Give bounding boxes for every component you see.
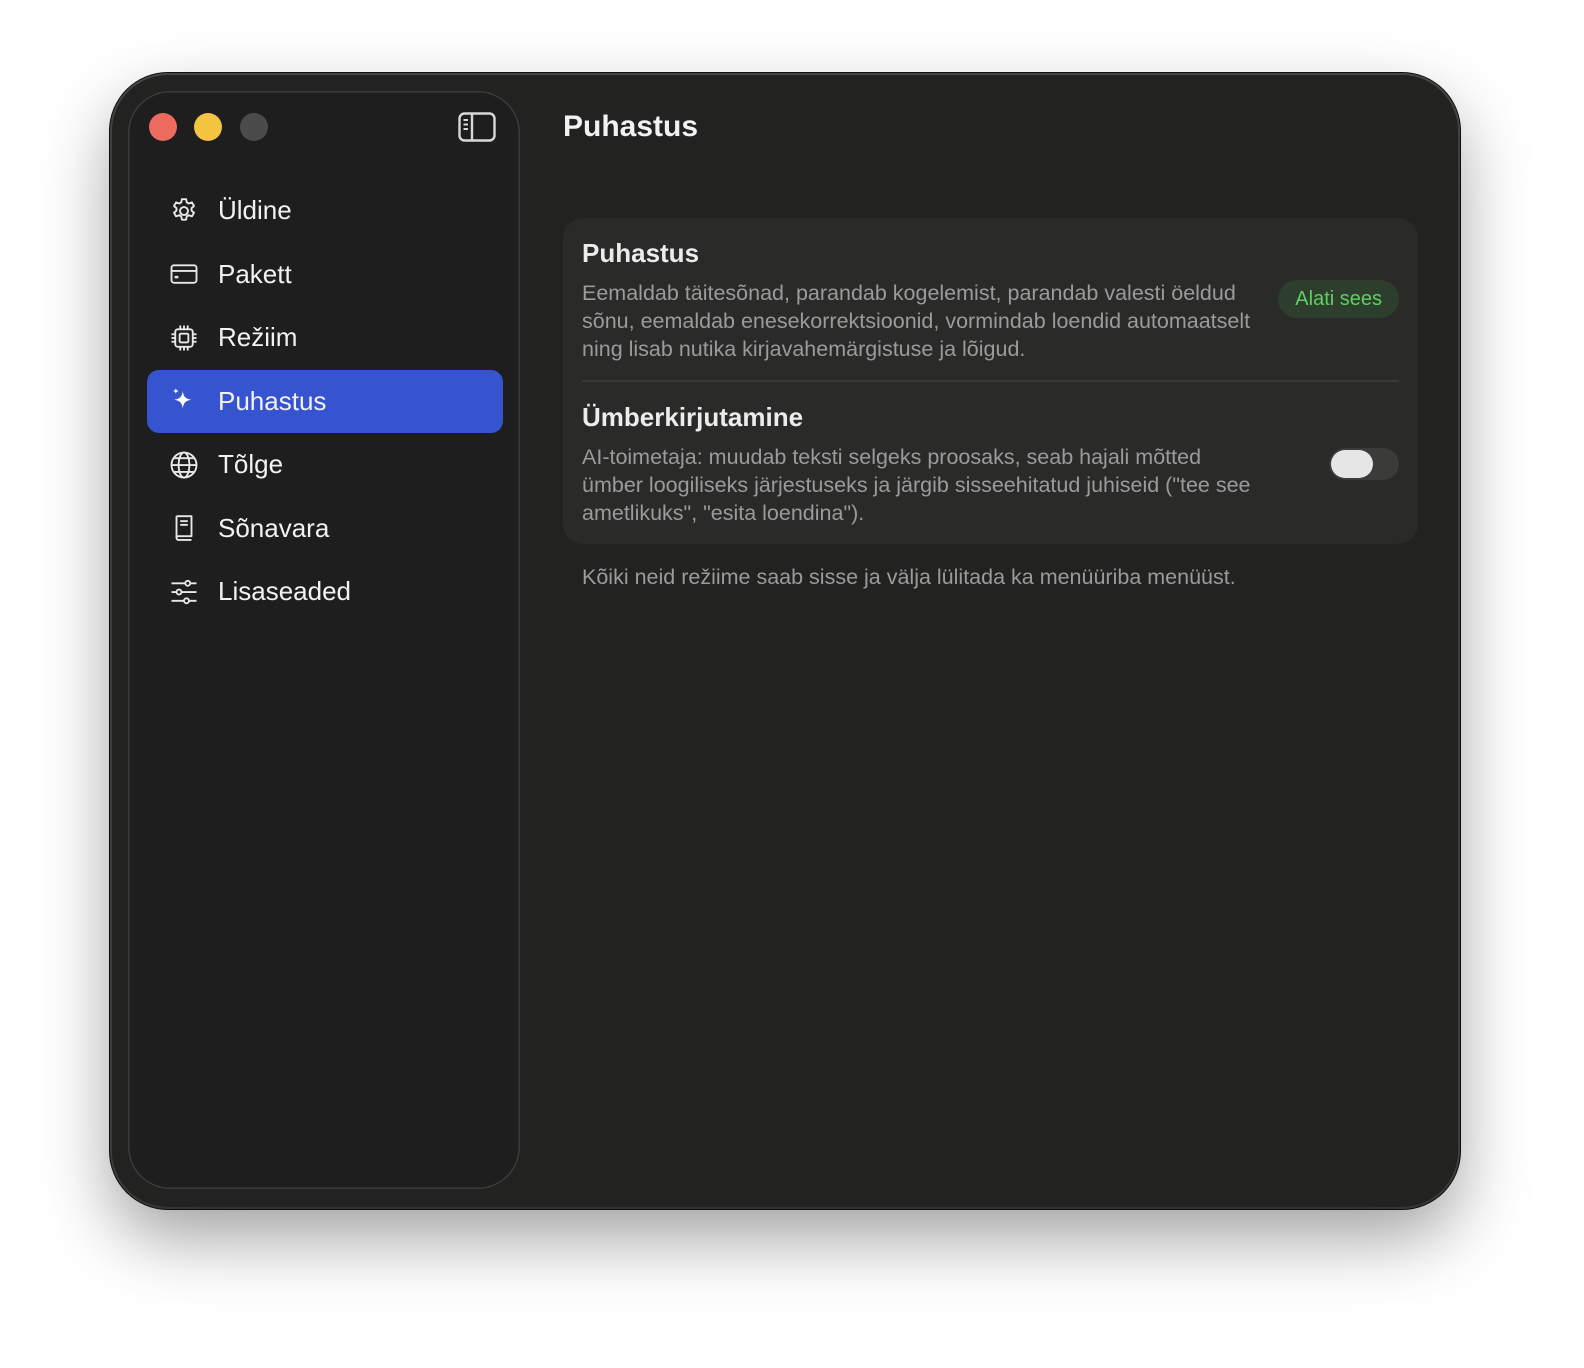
sidebar-item-label: Üldine <box>218 195 292 225</box>
close-window-button[interactable] <box>149 113 177 141</box>
sparkles-icon <box>168 385 200 417</box>
footnote: Kõiki neid režiime saab sisse ja välja l… <box>582 565 1236 589</box>
rewrite-title: Ümberkirjutamine <box>582 402 804 432</box>
page-title: Puhastus <box>563 110 699 143</box>
minimize-window-button[interactable] <box>194 113 222 141</box>
gear-icon <box>168 195 200 227</box>
sidebar-item-label: Pakett <box>218 258 292 289</box>
always-on-badge: Alati sees <box>1278 280 1399 318</box>
globe-icon <box>168 449 200 481</box>
sidebar-item-label: Tõlge <box>218 449 284 479</box>
sidebar-item-label: Režiim <box>218 322 298 352</box>
book-icon <box>168 512 200 544</box>
toggle-knob <box>1331 450 1373 478</box>
sidebar-item-lisaseaded[interactable]: Lisaseaded <box>147 560 503 623</box>
sidebar-item-label: Sõnavara <box>218 512 330 543</box>
sidebar-item-pakett[interactable]: Pakett <box>147 243 503 306</box>
cleanup-title: Puhastus <box>582 238 700 268</box>
sidebar: Üldine Pakett Režiim Puhastus Tõlge Sõna… <box>128 91 520 1189</box>
sidebar-item-puhastus[interactable]: Puhastus <box>147 369 503 433</box>
sidebar-item-label: Puhastus <box>218 385 327 416</box>
sidebar-toggle-icon[interactable] <box>458 112 496 142</box>
sidebar-item-tolge[interactable]: Tõlge <box>147 433 503 496</box>
maximize-window-button[interactable] <box>240 113 268 141</box>
sidebar-item-reziim[interactable]: Režiim <box>147 306 503 369</box>
sidebar-nav: Üldine Pakett Režiim Puhastus Tõlge Sõna… <box>147 179 503 624</box>
sliders-icon <box>168 576 200 608</box>
cleanup-row: Puhastus Eemaldab täitesõnad, parandab k… <box>582 238 1399 380</box>
credit-card-icon <box>168 258 200 290</box>
sidebar-item-label: Lisaseaded <box>218 576 351 606</box>
row-divider <box>582 380 1399 382</box>
cpu-icon <box>168 322 200 354</box>
rewrite-description: AI-toimetaja: muudab teksti selgeks proo… <box>582 445 1251 525</box>
sidebar-item-uldine[interactable]: Üldine <box>147 179 503 242</box>
sidebar-item-sonavara[interactable]: Sõnavara <box>147 497 503 560</box>
rewrite-row: Ümberkirjutamine AI-toimetaja: muudab te… <box>582 402 1399 532</box>
cleanup-description: Eemaldab täitesõnad, parandab kogelemist… <box>582 281 1251 361</box>
settings-card: Puhastus Eemaldab täitesõnad, parandab k… <box>563 218 1418 544</box>
settings-window: Üldine Pakett Režiim Puhastus Tõlge Sõna… <box>112 75 1458 1207</box>
rewrite-toggle[interactable] <box>1329 448 1399 480</box>
